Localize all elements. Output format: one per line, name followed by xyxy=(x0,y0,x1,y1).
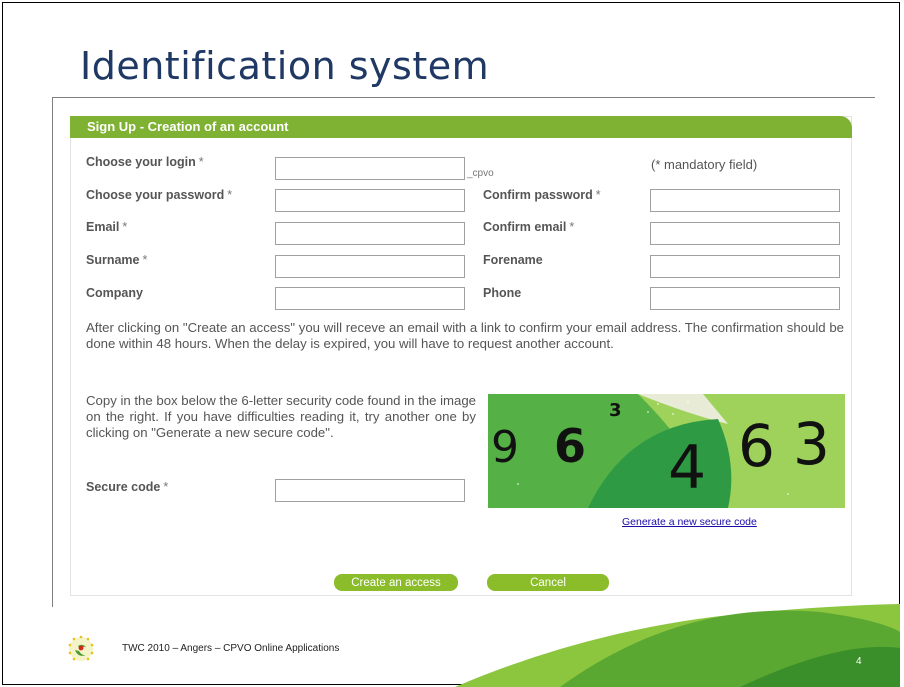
green-swoosh-decoration xyxy=(455,604,900,687)
cpvo-logo-icon xyxy=(68,635,94,661)
page-number: 4 xyxy=(856,656,862,667)
footer-text: TWC 2010 – Angers – CPVO Online Applicat… xyxy=(122,643,340,654)
